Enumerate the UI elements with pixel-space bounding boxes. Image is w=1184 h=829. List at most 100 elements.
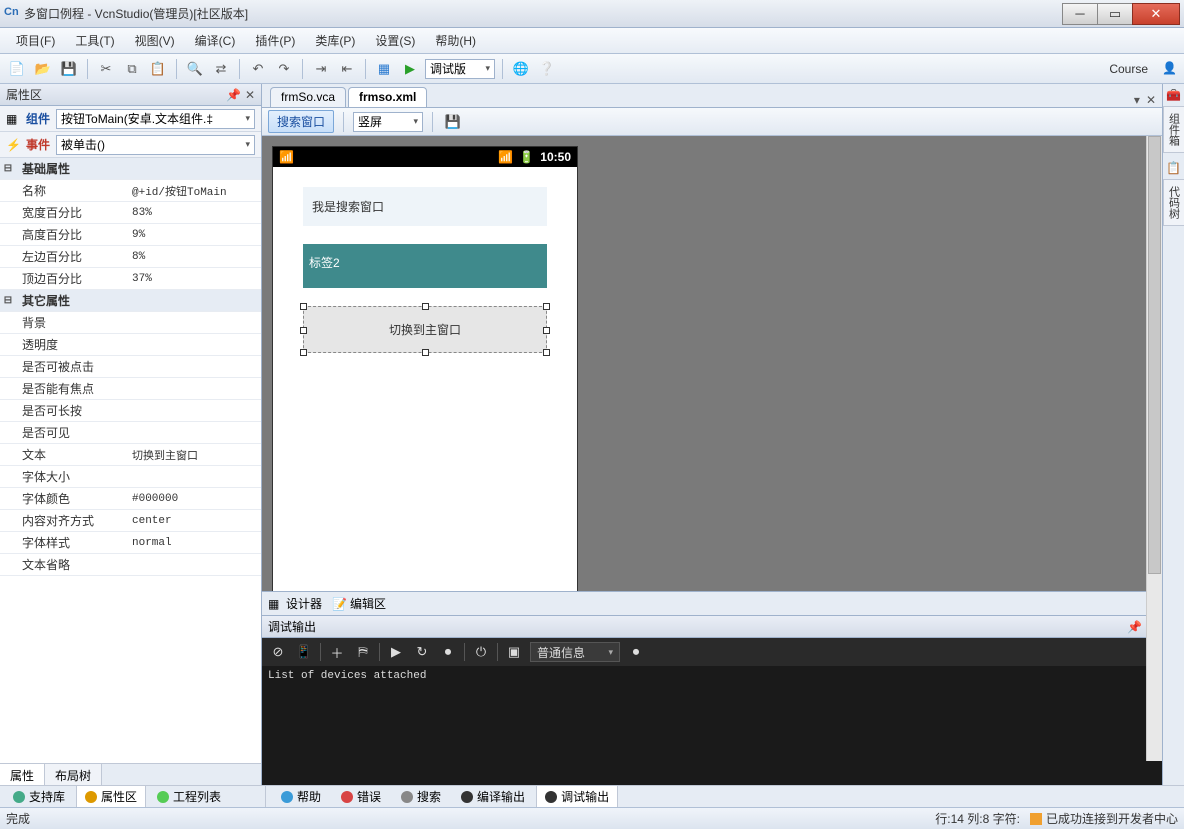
open-button[interactable]: 📂 [32,58,54,80]
bottom-tab[interactable]: 搜索 [392,785,450,808]
design-label2[interactable]: 标签2 [303,244,547,288]
bottom-tab[interactable]: 帮助 [272,785,330,808]
phone-screen[interactable]: 我是搜索窗口 标签2 切换到主窗口 [273,167,577,591]
prop-row[interactable]: 宽度百分比83% [0,202,261,224]
prop-row[interactable]: 高度百分比9% [0,224,261,246]
menu-help[interactable]: 帮助(H) [425,28,486,53]
prop-row[interactable]: 是否可长按 [0,400,261,422]
bottom-tab[interactable]: 属性区 [76,785,146,808]
resize-handle[interactable] [300,303,307,310]
prop-row[interactable]: 文本省略 [0,554,261,576]
menu-compile[interactable]: 编译(C) [185,28,246,53]
tab-layout-tree[interactable]: 布局树 [45,764,102,785]
prop-row[interactable]: 顶边百分比37% [0,268,261,290]
prop-row[interactable]: 字体样式normal [0,532,261,554]
doc-close-icon[interactable]: ✕ [1146,93,1156,107]
tab-designer[interactable]: ▦设计器 [268,595,322,612]
codetree-icon[interactable]: 📋 [1166,161,1181,175]
resize-handle[interactable] [543,303,550,310]
design-canvas[interactable]: 📶 📶 🔋 10:50 我是搜索窗口 标签2 切换到主窗口 [262,136,1162,591]
bottom-tab[interactable]: 编译输出 [452,785,534,808]
menu-settings[interactable]: 设置(S) [365,28,425,53]
debug-filter-combo[interactable]: 普通信息▾ [530,642,620,662]
debug-stop-button[interactable]: ⏺ [438,642,458,662]
pin-icon[interactable]: 📌 [1127,620,1142,634]
build-button[interactable]: ▦ [373,58,395,80]
resize-handle[interactable] [543,349,550,356]
search-window-button[interactable]: 搜索窗口 [268,110,334,133]
resize-handle[interactable] [422,303,429,310]
debug-record-button[interactable]: ⏺ [626,642,646,662]
design-button-tomain[interactable]: 切换到主窗口 [303,306,547,353]
menu-class[interactable]: 类库(P) [305,28,365,53]
user-icon[interactable]: 👤 [1162,61,1178,77]
outdent-button[interactable]: ⇤ [336,58,358,80]
menu-plugin[interactable]: 插件(P) [245,28,305,53]
debug-device-button[interactable]: 📱 [294,642,314,662]
doc-tab-vca[interactable]: frmSo.vca [270,87,346,107]
prop-row[interactable]: 背景 [0,312,261,334]
prop-row[interactable]: 字体大小 [0,466,261,488]
course-link[interactable]: Course [1103,62,1154,76]
bottom-tab[interactable]: 调试输出 [536,785,618,808]
maximize-button[interactable]: ▭ [1097,3,1133,25]
paste-button[interactable]: 📋 [147,58,169,80]
prop-row[interactable]: 文本切换到主窗口 [0,444,261,466]
close-button[interactable]: ✕ [1132,3,1180,25]
debug-play-button[interactable]: ▶ [386,642,406,662]
prop-row[interactable]: 是否能有焦点 [0,378,261,400]
toolbox-icon[interactable]: 🧰 [1166,88,1181,102]
orientation-combo[interactable]: 竖屏▾ [353,112,423,132]
debug-restart-button[interactable]: ↻ [412,642,432,662]
right-tab-toolbox[interactable]: 组件箱 [1163,106,1184,153]
tab-editor[interactable]: 📝编辑区 [332,595,386,612]
minimize-button[interactable]: ─ [1062,3,1098,25]
find-button[interactable]: 🔍 [184,58,206,80]
debug-clear-button[interactable]: ⊘ [268,642,288,662]
redo-button[interactable]: ↷ [273,58,295,80]
help-icon[interactable]: ❔ [536,58,558,80]
resize-handle[interactable] [543,327,550,334]
prop-group[interactable]: ⊟其它属性 [0,290,261,312]
prop-row[interactable]: 字体颜色#000000 [0,488,261,510]
doc-tab-xml[interactable]: frmso.xml [348,87,427,107]
prop-group[interactable]: ⊟基础属性 [0,158,261,180]
resize-handle[interactable] [300,327,307,334]
pin-icon[interactable]: 📌 [226,88,241,102]
right-tab-codetree[interactable]: 代码树 [1163,179,1184,226]
debug-terminal-icon[interactable]: ▣ [504,642,524,662]
tab-properties[interactable]: 属性 [0,764,45,785]
prop-row[interactable]: 内容对齐方式center [0,510,261,532]
canvas-scrollbar[interactable] [1146,136,1162,761]
bottom-tab[interactable]: 工程列表 [148,785,230,808]
menu-project[interactable]: 项目(F) [6,28,65,53]
prop-row[interactable]: 名称@+id/按钮ToMain [0,180,261,202]
design-input[interactable]: 我是搜索窗口 [303,187,547,226]
panel-close-icon[interactable]: ✕ [245,88,255,102]
undo-button[interactable]: ↶ [247,58,269,80]
run-button[interactable]: ▶ [399,58,421,80]
cut-button[interactable]: ✂ [95,58,117,80]
prop-row[interactable]: 透明度 [0,334,261,356]
save-button[interactable]: 💾 [58,58,80,80]
menu-view[interactable]: 视图(V) [125,28,185,53]
debug-breakpoint-button[interactable]: ⛿ [353,642,373,662]
new-button[interactable]: 📄 [6,58,28,80]
bottom-tab[interactable]: 支持库 [4,785,74,808]
indent-button[interactable]: ⇥ [310,58,332,80]
debug-add-button[interactable]: ＋ [327,642,347,662]
debug-console[interactable]: List of devices attached [262,666,1162,785]
build-mode-combo[interactable]: 调试版▾ [425,59,495,79]
resize-handle[interactable] [422,349,429,356]
menu-tools[interactable]: 工具(T) [65,28,124,53]
event-combo[interactable]: 被单击()▾ [56,135,255,155]
prop-row[interactable]: 是否可见 [0,422,261,444]
save-design-button[interactable]: 💾 [442,111,464,133]
doc-dropdown-icon[interactable]: ▾ [1134,93,1140,107]
bottom-tab[interactable]: 错误 [332,785,390,808]
prop-row[interactable]: 是否可被点击 [0,356,261,378]
component-combo[interactable]: 按钮ToMain(安卓.文本组件.‡▾ [56,109,255,129]
debug-power-button[interactable]: ⏻ [471,642,491,662]
replace-button[interactable]: ⇄ [210,58,232,80]
chrome-icon[interactable]: 🌐 [510,58,532,80]
